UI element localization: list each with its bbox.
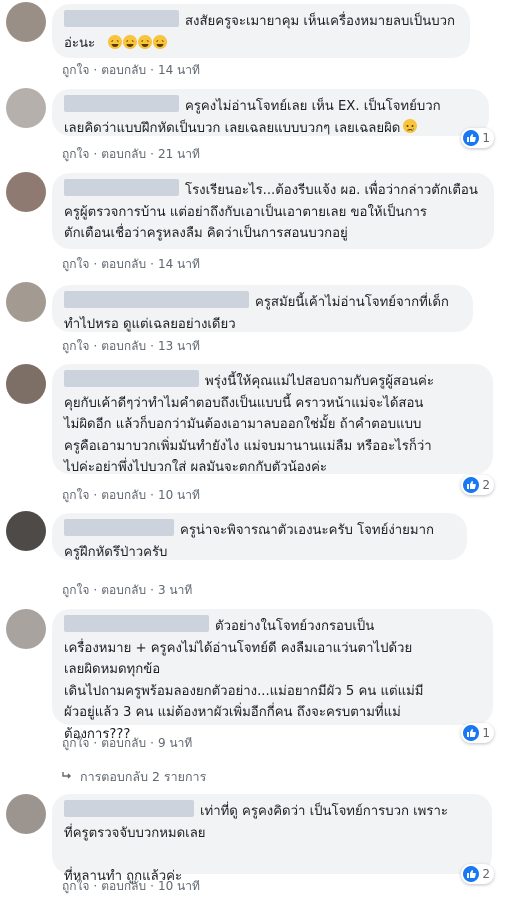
reaction-count[interactable]: 1 [461,128,494,148]
like-button[interactable]: ถูกใจ [62,734,89,753]
comment-bubble: พรุ่งนี้ให้คุณแม่ไปสอบถามกับครูผู้สอนค่ะ… [52,364,493,475]
thumbs-up-icon [463,725,480,741]
comment-actions: ถูกใจ · ตอบกลับ · 10 นาที [62,486,200,505]
reply-button[interactable]: ตอบกลับ [101,734,146,753]
like-button[interactable]: ถูกใจ [62,486,89,505]
comment-bubble: ครูน่าจะพิจารณาตัวเองนะครับ โจทย์ง่ายมาก… [52,513,467,560]
avatar[interactable] [6,88,46,128]
like-button[interactable]: ถูกใจ [62,337,89,356]
thumbs-up-icon [463,477,480,493]
like-button[interactable]: ถูกใจ [62,877,89,896]
comment-timestamp[interactable]: 9 นาที [158,734,192,753]
thumbs-up-icon [463,866,480,882]
sad-emoji [403,118,418,133]
comment-actions: ถูกใจ · ตอบกลับ · 21 นาที [62,145,200,164]
commenter-name-blurred[interactable] [64,10,179,27]
comment-actions: ถูกใจ · ตอบกลับ · 14 นาที [62,255,200,274]
reply-button[interactable]: ตอบกลับ [101,581,146,600]
comment-timestamp[interactable]: 3 นาที [158,581,192,600]
comment-feed: สงสัยครูจะเมายาคุม เห็นเครื่องหมายลบเป็น… [0,0,515,898]
avatar[interactable] [6,364,46,404]
reaction-count[interactable]: 1 [461,723,494,743]
comment-bubble: ครูสมัยนี้เค้าไม่อ่านโจทย์จากที่เด็ก ทำไ… [52,285,473,332]
reply-button[interactable]: ตอบกลับ [101,61,146,80]
like-button[interactable]: ถูกใจ [62,255,89,274]
comment-timestamp[interactable]: 14 นาที [158,61,200,80]
comment-bubble: โรงเรียนอะไร...ต้องรีบแจ้ง ผอ. เพื่อว่าก… [52,173,494,249]
reply-button[interactable]: ตอบกลับ [101,145,146,164]
commenter-name-blurred[interactable] [64,370,199,387]
comment-text: ตัวอย่างในโจทย์วงกรอบเป็น เครื่องหมาย + … [64,619,424,742]
comment-actions: ถูกใจ · ตอบกลับ · 14 นาที [62,61,200,80]
comment-timestamp[interactable]: 14 นาที [158,255,200,274]
comment-bubble: สงสัยครูจะเมายาคุม เห็นเครื่องหมายลบเป็น… [52,4,470,58]
commenter-name-blurred[interactable] [64,615,209,632]
avatar[interactable] [6,172,46,212]
commenter-name-blurred[interactable] [64,291,249,308]
avatar[interactable] [6,282,46,322]
avatar[interactable] [6,794,46,834]
like-button[interactable]: ถูกใจ [62,61,89,80]
laughing-emoji [108,33,168,52]
comment-actions: ถูกใจ · ตอบกลับ · 9 นาที [62,734,192,753]
commenter-name-blurred[interactable] [64,179,179,196]
comment-actions: ถูกใจ · ตอบกลับ · 3 นาที [62,581,192,600]
thumbs-up-icon [463,130,480,146]
avatar[interactable] [6,511,46,551]
reply-arrow-icon [62,769,80,784]
reaction-count[interactable]: 2 [461,475,494,495]
like-button[interactable]: ถูกใจ [62,581,89,600]
comment-timestamp[interactable]: 10 นาที [158,486,200,505]
comment-bubble: ตัวอย่างในโจทย์วงกรอบเป็น เครื่องหมาย + … [52,609,493,742]
reply-button[interactable]: ตอบกลับ [101,486,146,505]
commenter-name-blurred[interactable] [64,519,174,536]
comment-text: พรุ่งนี้ให้คุณแม่ไปสอบถามกับครูผู้สอนค่ะ… [64,374,434,475]
comment-actions: ถูกใจ · ตอบกลับ · 10 นาที [62,877,200,896]
comment-timestamp[interactable]: 10 นาที [158,877,200,896]
reply-button[interactable]: ตอบกลับ [101,255,146,274]
avatar[interactable] [6,2,46,42]
reaction-count[interactable]: 2 [461,864,494,884]
commenter-name-blurred[interactable] [64,800,194,817]
comment-bubble: เท่าที่ดู ครูคงคิดว่า เป็นโจทย์การบวก เพ… [52,794,492,884]
comment-bubble: ครูคงไม่อ่านโจทย์เลย เห็น EX. เป็นโจทย์บ… [52,89,489,136]
comment-timestamp[interactable]: 21 นาที [158,145,200,164]
comment-actions: ถูกใจ · ตอบกลับ · 13 นาที [62,337,200,356]
comment-timestamp[interactable]: 13 นาที [158,337,200,356]
avatar[interactable] [6,609,46,649]
reply-button[interactable]: ตอบกลับ [101,337,146,356]
like-button[interactable]: ถูกใจ [62,145,89,164]
reply-button[interactable]: ตอบกลับ [101,877,146,896]
commenter-name-blurred[interactable] [64,95,179,112]
view-replies-link[interactable]: การตอบกลับ 2 รายการ [62,767,206,787]
